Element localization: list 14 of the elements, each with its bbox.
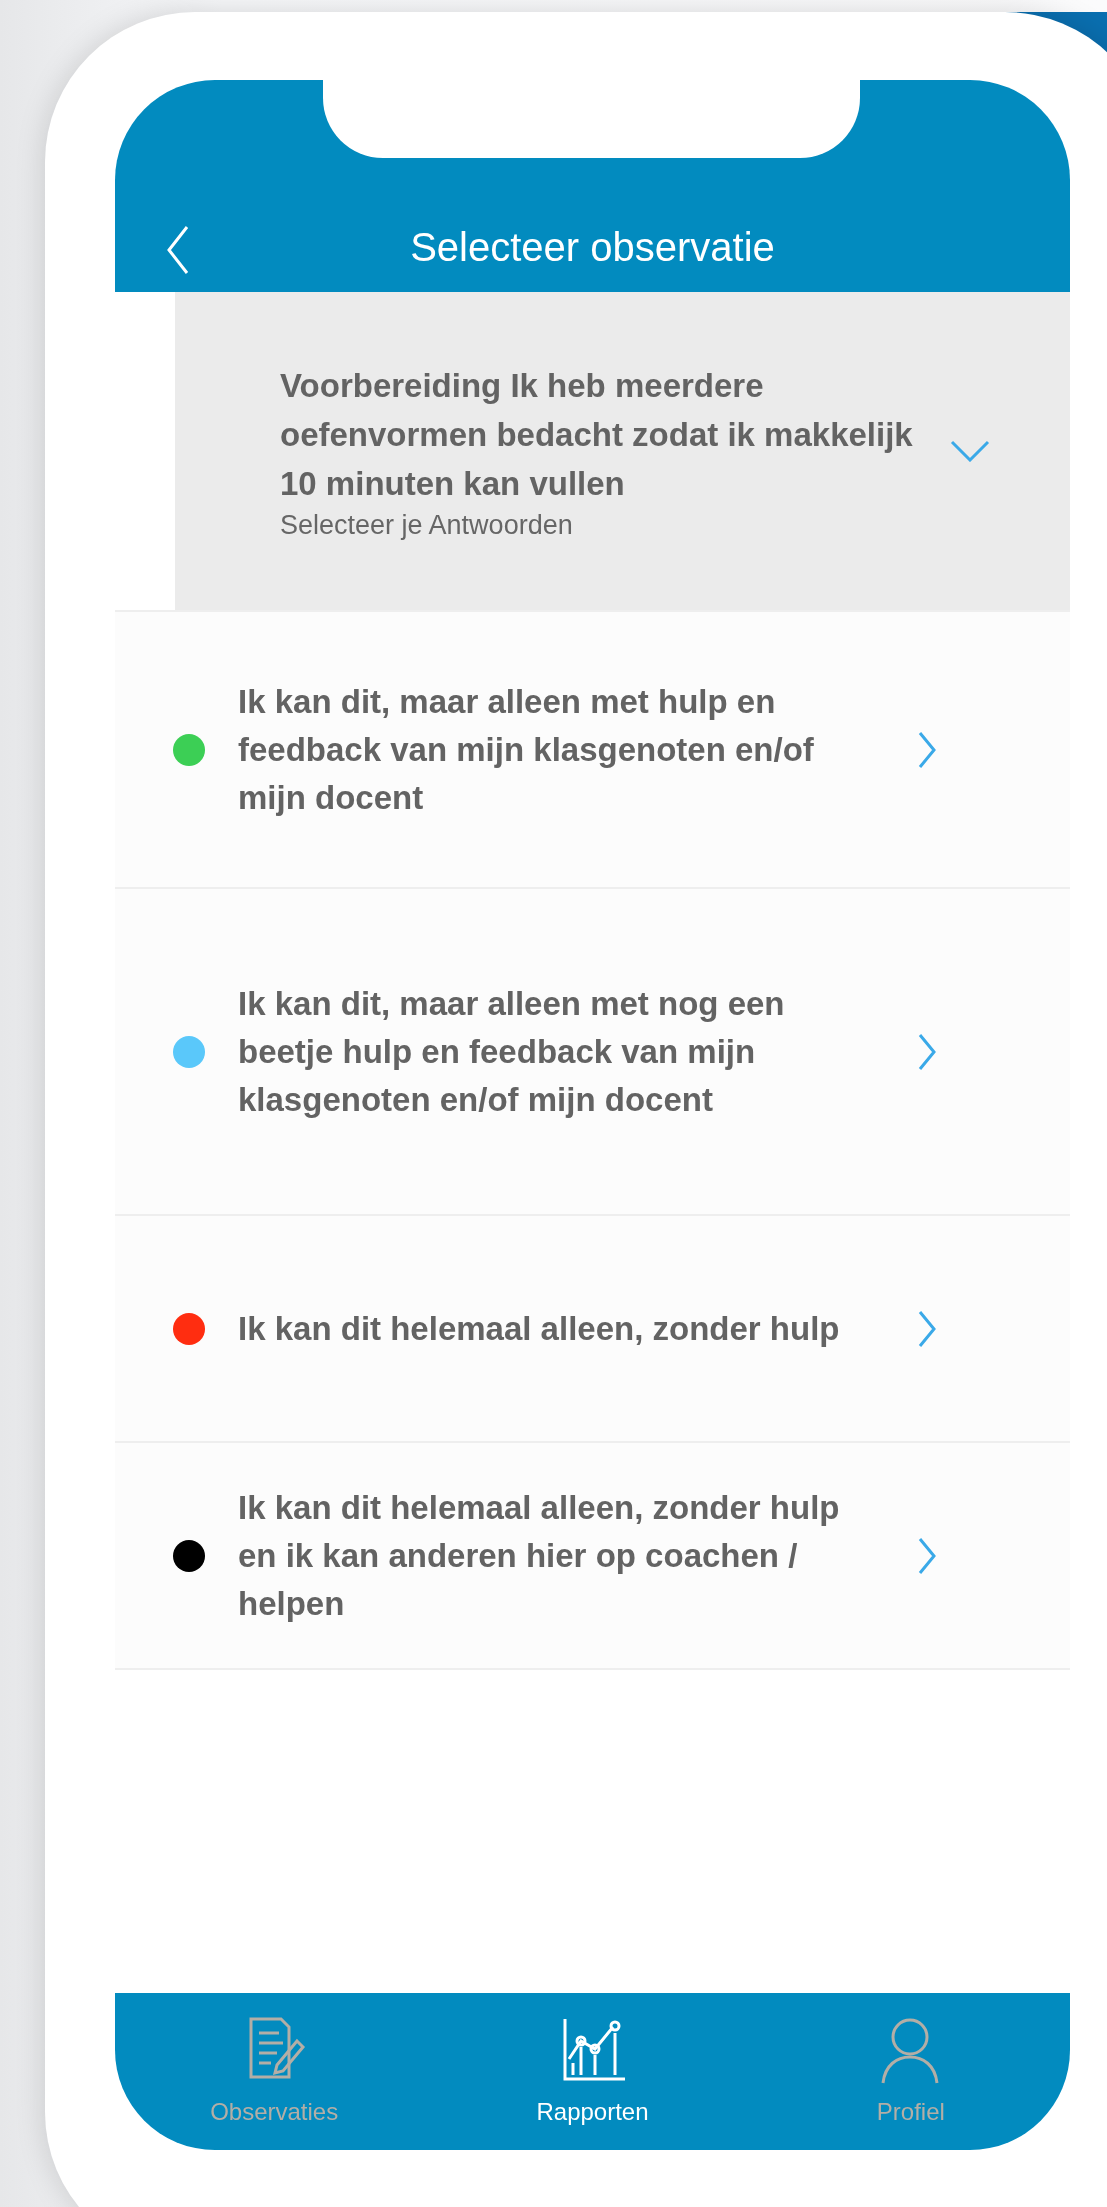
chevron-right-icon xyxy=(918,730,936,769)
observation-subtitle: Selecteer je Antwoorden xyxy=(280,510,574,541)
screen-title: Selecteer observatie xyxy=(410,225,775,271)
answer-text: Ik kan dit helemaal alleen, zonder hulp en ik kan anderen hier op coachen / helpen xyxy=(238,1487,841,1624)
answer-text: Ik kan dit helemaal alleen, zonder hulp xyxy=(238,1308,841,1349)
answer-text: Ik kan dit, maar alleen met hulp en feedback van mijn klasgenoten en/of mijn docent xyxy=(238,681,815,818)
back-icon[interactable] xyxy=(167,225,189,275)
chevron-right-icon xyxy=(918,1309,936,1348)
tab-button[interactable]: Rapporten xyxy=(433,1993,752,2150)
chevron-right-icon xyxy=(918,1032,936,1071)
answer-text: Ik kan dit, maar alleen met nog een beetje hulp en feedback van mijn klasgenoten en/of mijn docent xyxy=(238,983,786,1120)
chevron-right-icon xyxy=(918,1536,936,1575)
observation-title: Voorbereiding Ik heb meerdere oefenvormen bedacht zodat ik makkelijk 10 minuten kan vullen xyxy=(280,366,914,504)
observation-header[interactable]: Voorbereiding Ik heb meerdere oefenvormen bedacht zodat ik makkelijk 10 minuten kan vullen Selecteer je Antwoorden xyxy=(175,292,1070,610)
